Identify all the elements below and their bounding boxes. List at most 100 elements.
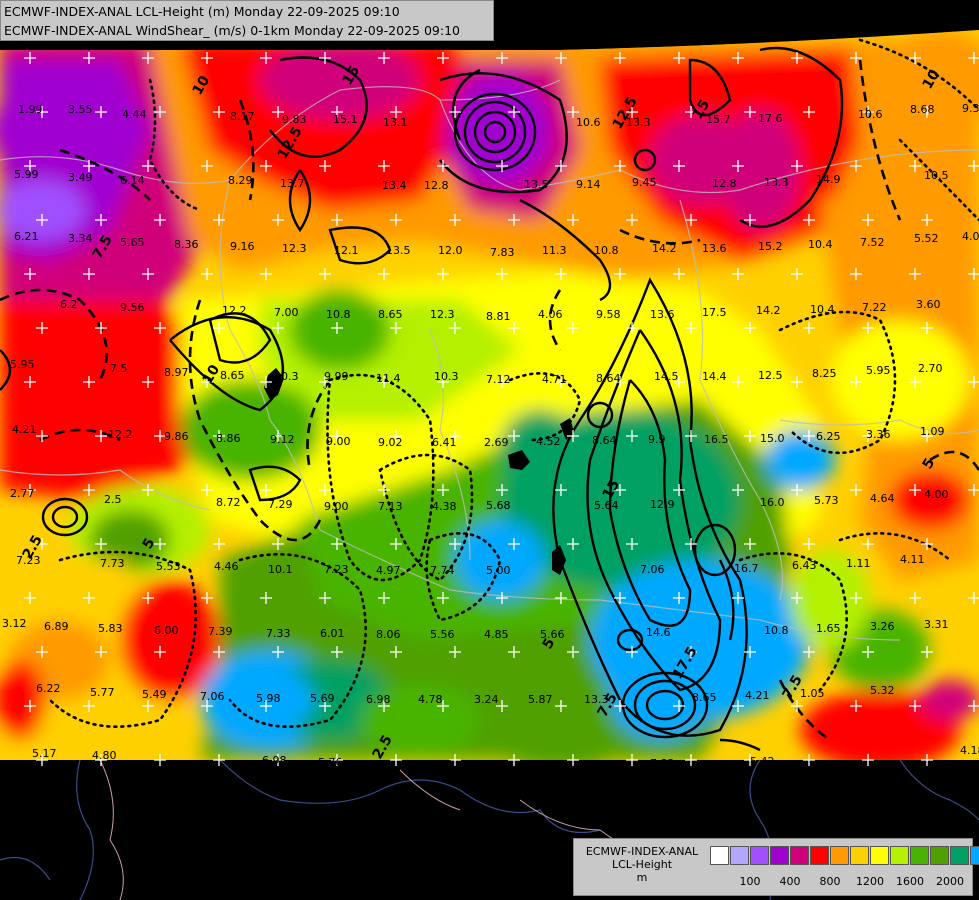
- shear-value-label: 13.7: [280, 177, 305, 190]
- shear-value-label: 3.34: [68, 232, 93, 245]
- shear-value-label: 11.4: [376, 372, 401, 385]
- legend-swatch: [730, 846, 749, 865]
- shear-value-label: 9.56: [120, 301, 145, 314]
- shear-value-label: 12.8: [712, 177, 737, 190]
- shear-value-label: 1.05: [800, 687, 825, 700]
- shear-value-label: 4.00: [924, 488, 949, 501]
- shear-value-label: 5.65: [120, 236, 145, 249]
- shear-value-label: 7.74: [430, 564, 455, 577]
- shear-value-label: 7.13: [378, 500, 403, 513]
- shear-value-label: 12.2: [222, 304, 247, 317]
- lcl-height-field: [0, 30, 979, 760]
- shear-value-label: 5.68: [486, 499, 511, 512]
- shear-value-label: 17.6: [758, 112, 783, 125]
- shear-value-label: 2.70: [918, 362, 943, 375]
- shear-value-label: 5.69: [310, 692, 335, 705]
- shear-value-label: 12.2: [108, 428, 133, 441]
- shear-value-label: 12.8: [424, 179, 449, 192]
- shear-value-label: 7.12: [486, 373, 511, 386]
- shear-value-label: 5.52: [914, 232, 939, 245]
- legend-tick-label: 800: [819, 875, 841, 888]
- weather-map[interactable]: 1.99 3.55 4.44 8.17 9.83 15.1 13.1 10.6 13.3 15.7…: [0, 0, 979, 900]
- shear-value-label: 3.36: [866, 428, 891, 441]
- shear-value-label: 9.86: [164, 430, 189, 443]
- shear-value-label: 12.3: [430, 308, 455, 321]
- shear-value-label: 7.52: [860, 236, 885, 249]
- shear-value-label: 14.4: [702, 370, 727, 383]
- shear-value-label: 9.00: [326, 435, 351, 448]
- title-line-windshear: ECMWF-INDEX-ANAL WindShear_ (m/s) 0-1km …: [4, 23, 460, 38]
- shear-value-label: 9.14: [576, 178, 601, 191]
- shear-value-label: 14.2: [652, 242, 677, 255]
- shear-value-label: 12.1: [334, 244, 359, 257]
- shear-value-label: 3.26: [870, 620, 895, 633]
- legend-swatch: [870, 846, 889, 865]
- legend-parameter: LCL-Height: [611, 858, 673, 871]
- shear-value-label: 6.21: [14, 230, 39, 243]
- shear-value-label: 6.14: [120, 174, 145, 187]
- shear-value-label: 7.39: [208, 625, 233, 638]
- shear-value-label: 7.23: [324, 563, 349, 576]
- shear-value-label: 16.7: [734, 562, 759, 575]
- shear-value-label: 4.78: [418, 693, 443, 706]
- shear-value-label: 4.97: [376, 564, 401, 577]
- shear-value-label: 13.3: [764, 176, 789, 189]
- shear-value-label: 1.09: [920, 425, 945, 438]
- shear-value-label: 7.73: [100, 557, 125, 570]
- title-line-lcl: ECMWF-INDEX-ANAL LCL-Height (m) Monday 2…: [4, 4, 400, 19]
- shear-value-label: 16.5: [704, 433, 729, 446]
- shear-value-label: 15.1: [333, 113, 358, 126]
- shear-value-label: 5.95: [10, 358, 35, 371]
- shear-value-label: 3.55: [68, 103, 93, 116]
- shear-value-label: 2.69: [484, 436, 509, 449]
- legend-swatch: [790, 846, 809, 865]
- shear-value-label: 4.38: [432, 500, 457, 513]
- shear-value-label: 12.9: [650, 498, 675, 511]
- legend-swatch: [930, 846, 949, 865]
- shear-value-label: 4.92: [540, 758, 565, 771]
- shear-value-label: 10.8: [594, 244, 619, 257]
- legend-swatches: [710, 846, 979, 865]
- shear-value-label: 5.42: [750, 755, 775, 768]
- shear-value-label: 5.76: [318, 756, 343, 769]
- shear-value-label: 13.5: [386, 244, 411, 257]
- shear-value-label: 3.49: [68, 171, 93, 184]
- shear-value-label: 17.5: [702, 306, 727, 319]
- shear-value-label: 9.45: [632, 176, 657, 189]
- shear-value-label: 5.53: [156, 560, 181, 573]
- shear-value-label: 10.3: [434, 370, 459, 383]
- shear-value-label: 9.12: [270, 433, 295, 446]
- shear-value-label: 8.65: [378, 308, 403, 321]
- shear-value-label: 4.11: [900, 553, 925, 566]
- legend: ECMWF-INDEX-ANAL LCL-Height m 100 400 800 1…: [573, 838, 979, 896]
- shear-value-label: 7.82: [650, 757, 675, 770]
- legend-swatch: [910, 846, 929, 865]
- shear-value-label: 10.8: [764, 624, 789, 637]
- legend-ticks: 100 400 800 1200 1600 2000: [710, 875, 970, 889]
- shear-value-label: 9.58: [596, 308, 621, 321]
- legend-swatch: [810, 846, 829, 865]
- legend-swatch: [850, 846, 869, 865]
- shear-value-label: 5.17: [32, 747, 57, 760]
- shear-value-label: 5.99: [14, 168, 39, 181]
- shear-value-label: 10.8: [326, 308, 351, 321]
- legend-tick-label: 400: [779, 875, 801, 888]
- shear-value-label: 9.99: [324, 370, 349, 383]
- shear-value-label: 5.83: [98, 622, 123, 635]
- legend-tick-label: 1200: [856, 875, 884, 888]
- shear-value-label: 8.65: [692, 691, 717, 704]
- shear-value-label: 5.98: [256, 692, 281, 705]
- shear-value-label: 8.29: [228, 174, 253, 187]
- legend-swatch: [950, 846, 969, 865]
- shear-value-label: 2.5: [104, 493, 122, 506]
- shear-value-label: 9.02: [378, 436, 403, 449]
- shear-value-label: 9.00: [324, 500, 349, 513]
- shear-value-label: 5.87: [528, 693, 553, 706]
- shear-value-label: 8.64: [592, 434, 617, 447]
- shear-value-label: 7.22: [862, 301, 887, 314]
- shear-value-label: 8.64: [596, 372, 621, 385]
- shear-value-label: 6.43: [792, 559, 817, 572]
- shear-value-label: 4.06: [538, 308, 563, 321]
- shear-value-label: 13.6: [702, 242, 727, 255]
- shear-value-label: 6.01: [320, 627, 345, 640]
